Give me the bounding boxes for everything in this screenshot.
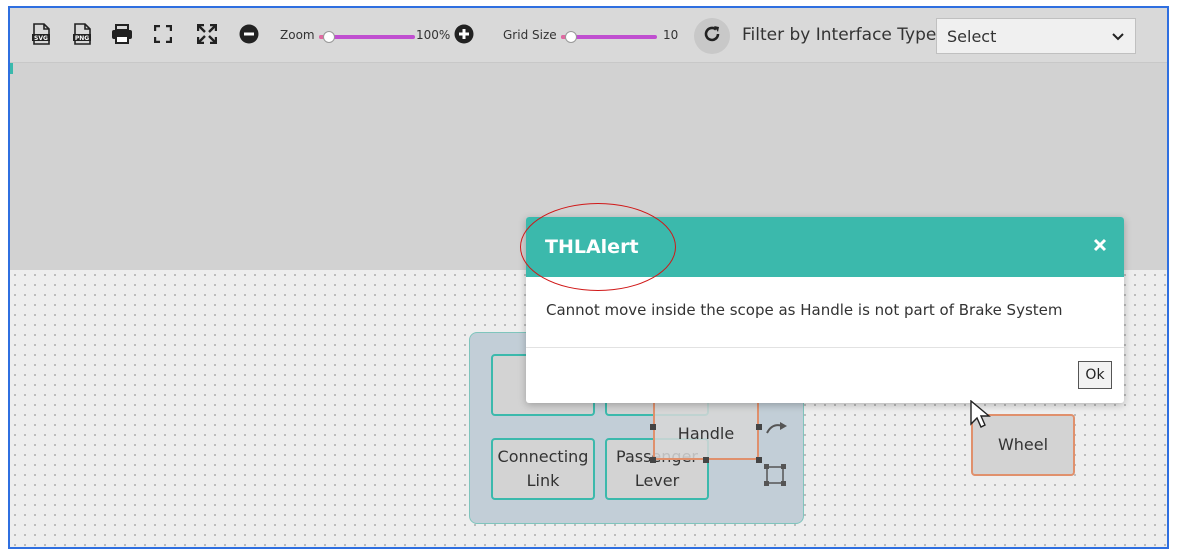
node-connecting-link-line2: Link <box>526 471 560 490</box>
resize-box-icon[interactable] <box>763 463 787 491</box>
zoom-slider[interactable] <box>319 31 415 43</box>
minus-circle-icon[interactable] <box>238 23 260 45</box>
plus-circle-icon[interactable] <box>453 23 475 45</box>
resize-handle[interactable] <box>703 457 709 463</box>
refresh-button[interactable] <box>694 18 730 54</box>
svg-file-icon[interactable]: SVG <box>30 23 52 45</box>
fit-screen-icon[interactable] <box>152 23 174 45</box>
toolbar: SVG PNG Zoom 100% Grid Size 10 Filter by… <box>10 8 1167 63</box>
png-file-icon[interactable]: PNG <box>71 23 93 45</box>
ok-button[interactable]: Ok <box>1078 361 1112 389</box>
annotation-highlight-ellipse <box>520 203 676 291</box>
zoom-slider-thumb[interactable] <box>323 31 335 43</box>
interface-type-select[interactable]: Select <box>936 18 1136 54</box>
alert-divider <box>526 347 1124 348</box>
filter-interface-type-label: Filter by Interface Type <box>742 25 937 45</box>
chevron-down-icon <box>1111 29 1125 48</box>
zoom-value: 100% <box>416 28 451 42</box>
zoom-label: Zoom <box>280 28 315 42</box>
close-icon[interactable] <box>1090 235 1110 255</box>
node-passenger-lever-line2: Lever <box>634 471 680 490</box>
printer-icon[interactable] <box>111 23 133 45</box>
grid-size-value: 10 <box>663 28 679 42</box>
grid-size-slider[interactable] <box>561 31 657 43</box>
node-wheel-label: Wheel <box>997 435 1049 454</box>
node-handle-label: Handle <box>677 424 735 443</box>
resize-handle[interactable] <box>756 424 762 430</box>
refresh-icon <box>703 25 721 47</box>
resize-handle[interactable] <box>756 457 762 463</box>
resize-handle[interactable] <box>650 424 656 430</box>
mouse-cursor-icon <box>970 399 992 434</box>
expand-icon[interactable] <box>196 23 218 45</box>
node-connecting-link-line1: Connecting <box>497 447 589 466</box>
interface-type-select-value: Select <box>947 27 997 46</box>
grid-size-slider-thumb[interactable] <box>565 31 577 43</box>
resize-handle[interactable] <box>650 457 656 463</box>
svg-text:SVG: SVG <box>34 35 48 42</box>
connector-arrow-icon[interactable] <box>765 420 789 440</box>
node-connecting-link[interactable]: Connecting Link <box>491 438 595 500</box>
grid-size-label: Grid Size <box>503 28 557 42</box>
svg-text:PNG: PNG <box>75 35 89 42</box>
alert-message: Cannot move inside the scope as Handle i… <box>546 301 1063 319</box>
